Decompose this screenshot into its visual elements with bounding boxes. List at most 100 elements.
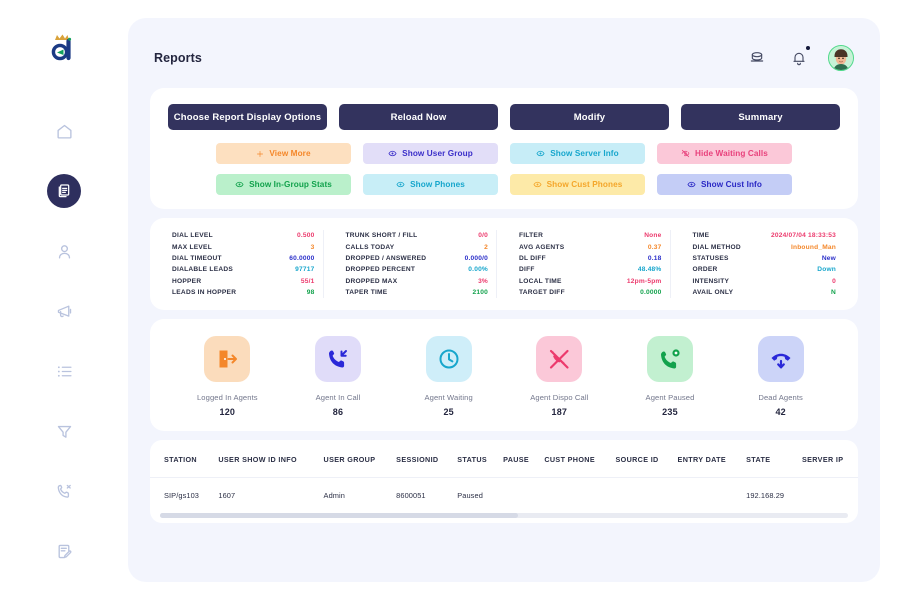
stat-value: None <box>644 232 661 239</box>
agent-status-card: Logged In Agents120Agent In Call86Agent … <box>150 319 858 431</box>
sidebar-item-users[interactable] <box>47 234 81 268</box>
stats-column-3: FILTERNoneAVG AGENTS0.37DL DIFF0.18DIFF4… <box>511 230 671 298</box>
stat-row: DROPPED / ANSWERED0.000/0 <box>346 253 489 264</box>
stat-row: CALLS TODAY2 <box>346 241 489 252</box>
phone-down-icon <box>769 347 793 371</box>
pill-show-cust-info[interactable]: Show Cust Info <box>657 174 792 195</box>
table-cell: 1607 <box>214 478 319 514</box>
stat-row: AVG AGENTS0.37 <box>519 241 662 252</box>
brand-logo[interactable] <box>44 32 84 66</box>
topbar: Reports <box>150 36 858 80</box>
user-icon <box>56 243 73 260</box>
modify-button[interactable]: Modify <box>510 104 669 130</box>
pill-hide-waiting-calls[interactable]: Hide Waiting Calls <box>657 143 792 164</box>
sidebar-item-rewards[interactable] <box>47 594 81 600</box>
agent-icon-tile[interactable] <box>758 336 804 382</box>
megaphone-icon <box>56 303 73 320</box>
table-column-header[interactable]: STATUS <box>453 440 499 478</box>
table-column-header[interactable]: SERVER IP <box>798 440 858 478</box>
table-row[interactable]: SIP/gs1031607Admin8600051Paused192.168.2… <box>150 478 858 514</box>
sidebar-item-filters[interactable] <box>47 414 81 448</box>
table-column-header[interactable]: SESSIONID <box>392 440 453 478</box>
stat-row: DIFF 48.48% <box>519 264 662 275</box>
table-column-header[interactable]: STATE <box>742 440 798 478</box>
agent-icon-tile[interactable] <box>426 336 472 382</box>
stat-value: 97717 <box>295 266 314 273</box>
sidebar-item-campaigns[interactable] <box>47 294 81 328</box>
controls-card: Choose Report Display Options Reload Now… <box>150 88 858 209</box>
stat-row: DIAL METHODInbound_Man <box>693 241 837 252</box>
pill-label: Show In-Group Stats <box>249 180 332 189</box>
summary-button[interactable]: Summary <box>681 104 840 130</box>
scrollbar-thumb[interactable] <box>160 513 518 518</box>
stat-value: Down <box>817 266 836 273</box>
toggle-pill-grid: View More Show User Group Show Server Info… <box>168 143 840 195</box>
stat-value: 0.500 <box>297 232 315 239</box>
stat-row: STATUSESNew <box>693 253 837 264</box>
funnel-icon <box>56 423 73 440</box>
table-cell <box>612 478 674 514</box>
agent-card-label: Agent Dispo Call <box>530 393 588 402</box>
pill-show-in-group-stats[interactable]: Show In-Group Stats <box>216 174 351 195</box>
stat-label: DIFF <box>519 266 535 273</box>
stat-value: 48.48% <box>638 266 662 273</box>
sidebar-item-scripts[interactable] <box>47 534 81 568</box>
stats-column-4: TIME 2024/07/04 18:33:53 DIAL METHODInboun… <box>685 230 845 298</box>
sidebar-item-home[interactable] <box>47 114 81 148</box>
database-icon-button[interactable] <box>744 45 770 71</box>
agent-icon-tile[interactable] <box>647 336 693 382</box>
table-cell: SIP/gs103 <box>150 478 214 514</box>
stat-label: TIME <box>693 232 710 239</box>
agent-icon-tile[interactable] <box>204 336 250 382</box>
pill-show-phones[interactable]: Show Phones <box>363 174 498 195</box>
main-region: Reports <box>128 0 900 600</box>
stats-column-1: DIAL LEVEL0.500MAX LEVEL3DIAL TIMEOUT60.… <box>164 230 324 298</box>
agent-icon-tile[interactable] <box>536 336 582 382</box>
sidebar-item-reports[interactable] <box>47 174 81 208</box>
table-column-header[interactable]: USER SHOW ID INFO <box>214 440 319 478</box>
agent-card-agent-waiting: Agent Waiting25 <box>393 336 504 417</box>
list-icon <box>56 363 73 380</box>
avatar[interactable] <box>828 45 854 71</box>
stat-value: New <box>822 255 836 262</box>
table-column-header[interactable]: STATION <box>150 440 214 478</box>
sidebar-item-lists[interactable] <box>47 354 81 388</box>
choose-report-display-options-button[interactable]: Choose Report Display Options <box>168 104 327 130</box>
pill-view-more[interactable]: View More <box>216 143 351 164</box>
table-horizontal-scrollbar[interactable] <box>160 513 848 518</box>
stat-row: AVAIL ONLYN <box>693 287 837 298</box>
stat-value: 2024/07/04 18:33:53 <box>771 232 836 239</box>
table-cell: Paused <box>453 478 499 514</box>
pill-label: Show Phones <box>410 180 465 189</box>
eye-icon <box>533 180 542 189</box>
sidebar-item-calls[interactable] <box>47 474 81 508</box>
stat-row: LOCAL TIME12pm-5pm <box>519 276 662 287</box>
stat-value: 55/1 <box>301 278 315 285</box>
pill-label: Show Cust Phones <box>547 180 623 189</box>
logout-door-icon <box>215 347 239 371</box>
notifications-button[interactable] <box>786 45 812 71</box>
pill-show-user-group[interactable]: Show User Group <box>363 143 498 164</box>
pill-show-server-info[interactable]: Show Server Info <box>510 143 645 164</box>
stat-value: 60.0000 <box>289 255 314 262</box>
reload-now-button[interactable]: Reload Now <box>339 104 498 130</box>
table-column-header[interactable]: SOURCE ID <box>612 440 674 478</box>
stats-column-2: TRUNK SHORT / FILL0/0CALLS TODAY2DROPPED… <box>338 230 498 298</box>
table-column-header[interactable]: CUST PHONE <box>540 440 611 478</box>
statistics-card: DIAL LEVEL0.500MAX LEVEL3DIAL TIMEOUT60.… <box>150 218 858 310</box>
table-column-header[interactable]: USER GROUP <box>320 440 393 478</box>
eye-slash-icon <box>681 149 690 158</box>
stat-label: TRUNK SHORT / FILL <box>346 232 418 239</box>
table-column-header[interactable]: PAUSE <box>499 440 540 478</box>
eye-icon <box>388 149 397 158</box>
stat-label: FILTER <box>519 232 543 239</box>
table-body: SIP/gs1031607Admin8600051Paused192.168.2… <box>150 478 858 514</box>
pill-show-cust-phones[interactable]: Show Cust Phones <box>510 174 645 195</box>
agent-icon-tile[interactable] <box>315 336 361 382</box>
eye-icon <box>536 149 545 158</box>
dashboard-panel: Reports <box>128 18 880 582</box>
stat-value: N <box>831 289 836 296</box>
table-column-header[interactable]: ENTRY DATE <box>674 440 743 478</box>
eye-icon <box>235 180 244 189</box>
stat-value: 0.18 <box>648 255 662 262</box>
